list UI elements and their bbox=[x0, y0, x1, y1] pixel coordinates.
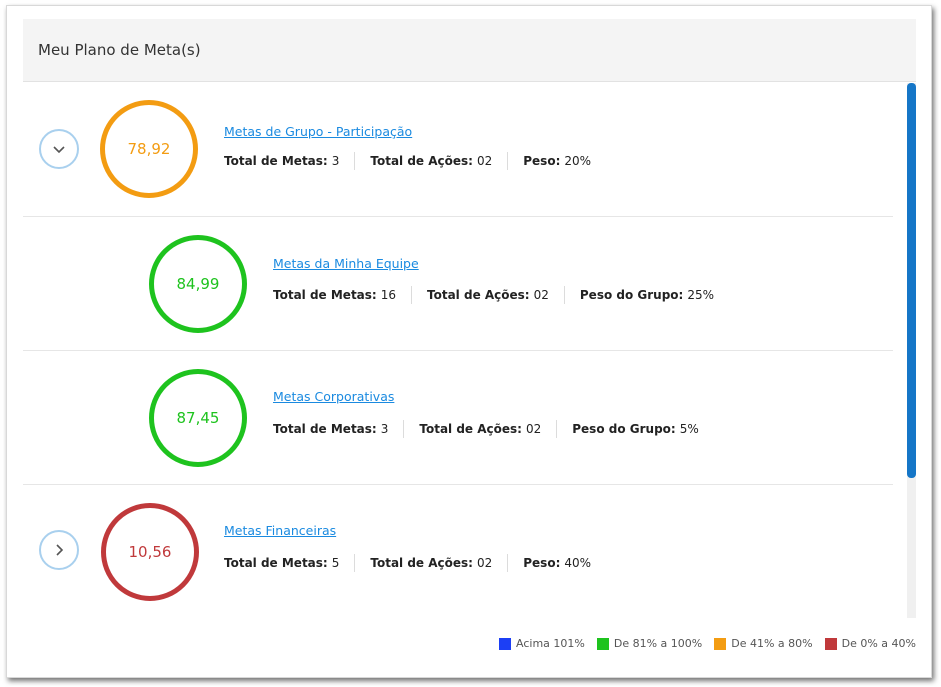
legend-swatch bbox=[499, 637, 512, 650]
score-value: 10,56 bbox=[128, 543, 172, 561]
legend-item-high: De 81% a 100% bbox=[596, 637, 702, 650]
goal-link-corporate[interactable]: Metas Corporativas bbox=[273, 389, 394, 404]
stat-total-acoes: Total de Ações: 02 bbox=[403, 420, 556, 438]
goal-list: 78,92 Metas de Grupo - Participação Tota… bbox=[23, 83, 916, 618]
score-value: 84,99 bbox=[176, 275, 220, 293]
stat-total-metas: Total de Metas: 16 bbox=[273, 288, 397, 302]
goal-link-group[interactable]: Metas de Grupo - Participação bbox=[224, 124, 412, 139]
goal-plan-card: Meu Plano de Meta(s) 78,92 Metas de Grup… bbox=[23, 19, 916, 661]
stat-total-acoes: Total de Ações: 02 bbox=[354, 152, 507, 170]
legend-swatch bbox=[714, 637, 727, 650]
stat-peso: Peso: 40% bbox=[507, 554, 606, 572]
score-value: 78,92 bbox=[127, 140, 171, 158]
card-header: Meu Plano de Meta(s) bbox=[23, 19, 916, 82]
goal-row-corporate: 87,45 Metas Corporativas Total de Metas:… bbox=[23, 351, 893, 485]
legend-item-above: Acima 101% bbox=[499, 637, 585, 650]
scrollbar-thumb[interactable] bbox=[907, 83, 916, 478]
stat-total-metas: Total de Metas: 3 bbox=[224, 154, 340, 168]
legend-item-mid: De 41% a 80% bbox=[714, 637, 813, 650]
stat-peso-grupo: Peso do Grupo: 5% bbox=[556, 420, 714, 438]
goal-row-financial: 10,56 Metas Financeiras Total de Metas: 5… bbox=[23, 485, 893, 618]
goal-link-team[interactable]: Metas da Minha Equipe bbox=[273, 256, 419, 271]
goal-stats: Total de Metas: 16 Total de Ações: 02 Peso… bbox=[273, 286, 729, 304]
goal-stats: Total de Metas: 3 Total de Ações: 02 Peso … bbox=[273, 420, 714, 438]
score-ring: 10,56 bbox=[101, 503, 199, 601]
score-value: 87,45 bbox=[176, 409, 220, 427]
score-ring: 78,92 bbox=[100, 100, 198, 198]
chevron-right-icon bbox=[56, 544, 64, 556]
stat-peso-grupo: Peso do Grupo: 25% bbox=[563, 286, 729, 304]
legend-swatch bbox=[824, 637, 837, 650]
stat-total-acoes: Total de Ações: 02 bbox=[354, 554, 507, 572]
stat-total-metas: Total de Metas: 5 bbox=[224, 556, 340, 570]
goal-row-group: 78,92 Metas de Grupo - Participação Tota… bbox=[23, 83, 893, 217]
scrollbar-track[interactable] bbox=[907, 83, 916, 618]
goal-link-financial[interactable]: Metas Financeiras bbox=[224, 523, 336, 538]
goal-stats: Total de Metas: 3 Total de Ações: 02 Peso:… bbox=[224, 152, 606, 170]
legend: Acima 101% De 81% a 100% De 41% a 80% De… bbox=[487, 637, 916, 650]
chevron-down-icon bbox=[53, 146, 65, 154]
stat-total-acoes: Total de Ações: 02 bbox=[411, 286, 564, 304]
legend-item-low: De 0% a 40% bbox=[824, 637, 916, 650]
stat-total-metas: Total de Metas: 3 bbox=[273, 422, 389, 436]
goal-row-team: 84,99 Metas da Minha Equipe Total de Met… bbox=[23, 217, 893, 351]
legend-swatch bbox=[596, 637, 609, 650]
score-ring: 87,45 bbox=[149, 369, 247, 467]
score-ring: 84,99 bbox=[149, 235, 247, 333]
expand-toggle-button[interactable] bbox=[39, 530, 79, 570]
card-title: Meu Plano de Meta(s) bbox=[38, 41, 201, 59]
expand-toggle-button[interactable] bbox=[39, 129, 79, 169]
goal-stats: Total de Metas: 5 Total de Ações: 02 Peso:… bbox=[224, 554, 606, 572]
window-frame: Meu Plano de Meta(s) 78,92 Metas de Grup… bbox=[6, 5, 932, 678]
stat-peso: Peso: 20% bbox=[507, 152, 606, 170]
